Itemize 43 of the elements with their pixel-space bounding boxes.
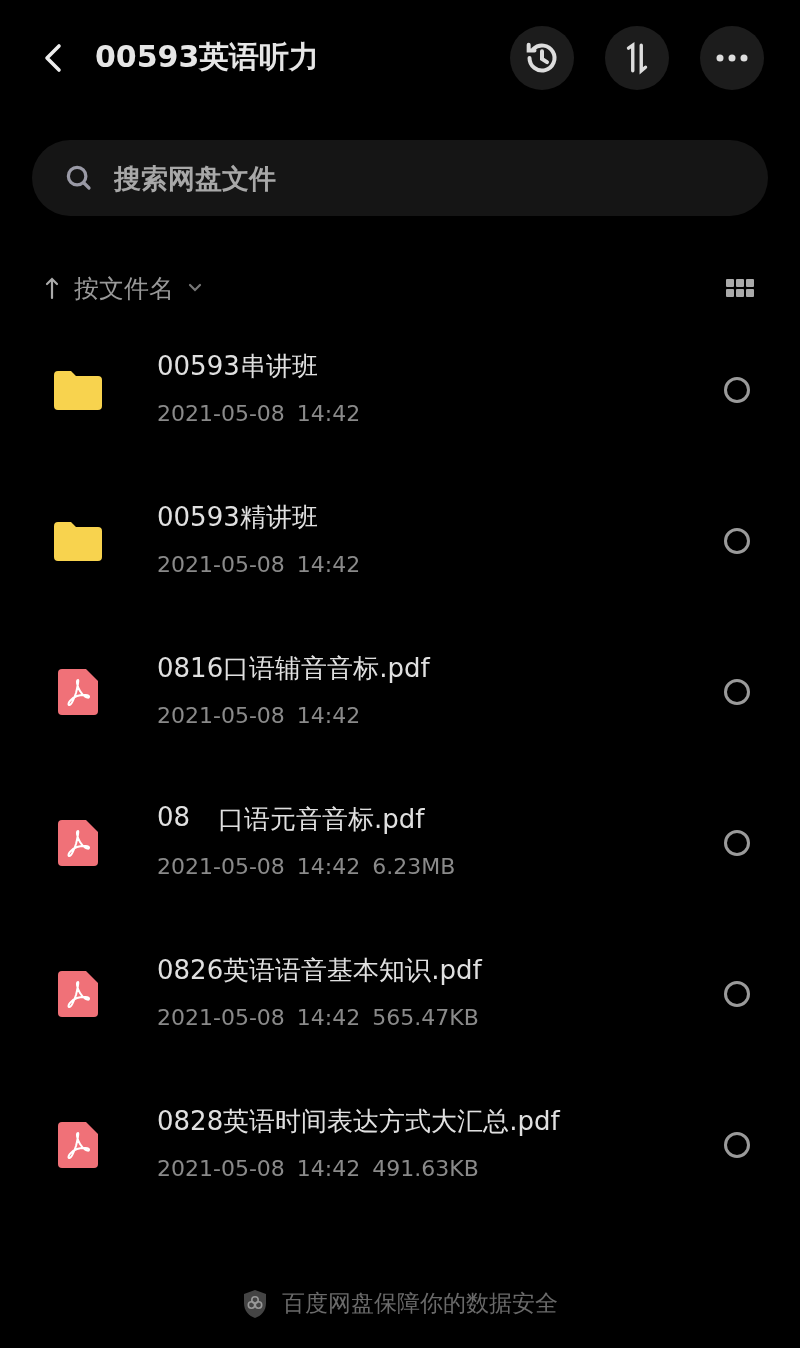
pdf-file-icon <box>58 1121 98 1168</box>
sort-arrow-icon <box>44 276 60 300</box>
select-radio[interactable] <box>724 376 750 403</box>
file-size: 491.63KB <box>372 1156 479 1181</box>
file-time: 14:42 <box>296 1005 361 1030</box>
grid-view-icon[interactable] <box>726 279 754 297</box>
folder-icon <box>54 520 102 561</box>
file-time: 14:42 <box>296 703 361 728</box>
shield-icon <box>242 1288 268 1319</box>
pdf-file-icon <box>58 668 98 715</box>
file-name[interactable]: 0828英语时间表达方式大汇总.pdf <box>157 1104 560 1139</box>
file-time: 14:42 <box>296 1156 361 1181</box>
pdf-file-icon <box>58 819 98 866</box>
select-radio[interactable] <box>724 980 750 1007</box>
more-icon <box>715 52 749 63</box>
file-time: 14:42 <box>296 401 361 426</box>
select-radio[interactable] <box>724 829 750 856</box>
file-size: 6.23MB <box>372 854 456 879</box>
file-date: 2021-05-08 <box>157 854 285 879</box>
file-name[interactable]: 08 <box>157 802 191 837</box>
file-size: 565.47KB <box>372 1005 479 1030</box>
file-date: 2021-05-08 <box>157 1156 285 1181</box>
file-date: 2021-05-08 <box>157 703 285 728</box>
folder-title: 00593英语听力 <box>95 38 321 76</box>
security-note: 百度网盘保障你的数据安全 <box>282 1289 558 1318</box>
file-time: 14:42 <box>296 854 361 879</box>
file-date: 2021-05-08 <box>157 552 285 577</box>
select-radio[interactable] <box>724 678 750 705</box>
file-name[interactable]: 0826英语语音基本知识.pdf <box>157 953 482 988</box>
select-radio[interactable] <box>724 1131 750 1158</box>
file-date: 2021-05-08 <box>157 401 285 426</box>
file-date: 2021-05-08 <box>157 1005 285 1030</box>
file-name[interactable]: 口语元音音标.pdf <box>218 802 425 837</box>
folder-icon <box>54 369 102 410</box>
select-radio[interactable] <box>724 527 750 554</box>
pdf-file-icon <box>58 970 98 1017</box>
file-name[interactable]: 00593串讲班 <box>157 349 318 384</box>
file-time: 14:42 <box>296 552 361 577</box>
file-name[interactable]: 00593精讲班 <box>157 500 318 535</box>
sort-option[interactable]: 按文件名 <box>74 271 174 305</box>
dropdown-caret-icon[interactable] <box>188 283 202 293</box>
file-name[interactable]: 0816口语辅音音标.pdf <box>157 651 430 686</box>
search-field[interactable]: 搜索网盘文件 <box>32 140 768 216</box>
